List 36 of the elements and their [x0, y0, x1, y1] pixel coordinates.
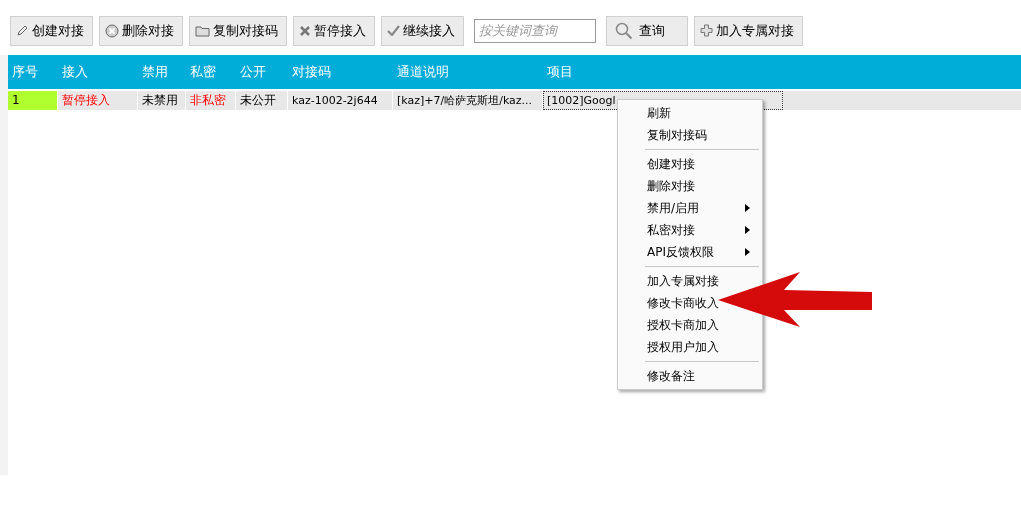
table-cell: [kaz]+7/哈萨克斯坦/kaz...: [393, 91, 543, 110]
menu-item[interactable]: 授权卡商加入: [647, 316, 719, 334]
pencil-icon: [16, 24, 29, 37]
submenu-arrow-icon: [745, 248, 750, 256]
toolbar-button[interactable]: 暂停接入: [293, 15, 375, 46]
toolbar-button[interactable]: 创建对接: [10, 15, 93, 46]
check-icon: [387, 25, 400, 36]
search-icon: [615, 21, 633, 40]
table-cell: kaz-1002-2j644: [288, 91, 393, 110]
toolbar-button[interactable]: 复制对接码: [189, 15, 287, 46]
menu-item[interactable]: 复制对接码: [647, 126, 707, 144]
menu-item[interactable]: 修改备注: [647, 367, 695, 385]
menu-item[interactable]: 删除对接: [647, 177, 695, 195]
menu-item[interactable]: API反馈权限: [647, 243, 714, 261]
toolbar-button[interactable]: 继续接入: [381, 15, 464, 46]
toolbar-button[interactable]: 查询: [606, 15, 688, 46]
table-cell: 未公开: [236, 91, 288, 110]
submenu-arrow-icon: [745, 204, 750, 212]
menu-item[interactable]: 修改卡商收入: [647, 294, 719, 312]
cross-icon: [299, 24, 311, 37]
folder-icon: [195, 24, 210, 37]
menu-item[interactable]: 加入专属对接: [647, 272, 719, 290]
table-cell: 暂停接入: [58, 91, 138, 110]
menu-item[interactable]: 创建对接: [647, 155, 695, 173]
table-cell: 1: [8, 91, 58, 110]
menu-item[interactable]: 私密对接: [647, 221, 695, 239]
table-cell: 非私密: [186, 91, 236, 110]
delete-icon: [105, 23, 119, 38]
toolbar-button[interactable]: 删除对接: [99, 15, 183, 46]
toolbar-button[interactable]: 加入专属对接: [694, 15, 803, 46]
menu-item[interactable]: 禁用/启用: [647, 199, 700, 217]
search-field[interactable]: 按关键词查询: [474, 18, 596, 43]
menu-item[interactable]: 授权用户加入: [647, 338, 719, 356]
plus-icon: [700, 24, 713, 37]
table-cell: 未禁用: [138, 91, 186, 110]
submenu-arrow-icon: [745, 226, 750, 234]
